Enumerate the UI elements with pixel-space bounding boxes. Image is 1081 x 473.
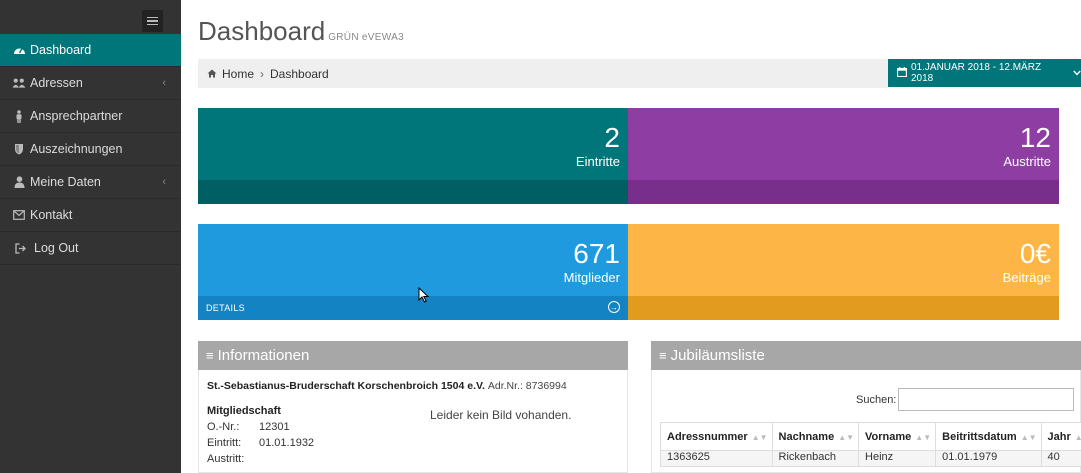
search-label: Suchen:	[856, 394, 897, 406]
sidebar-item-label: Meine Daten	[30, 175, 101, 189]
info-panel-title: Informationen	[217, 347, 310, 364]
org-name: St.-Sebastianus-Bruderschaft Korschenbro…	[207, 380, 567, 392]
sidebar-item-label: Ansprechpartner	[30, 109, 123, 123]
column-header-vorname[interactable]: Vorname ▲▼	[858, 422, 937, 451]
column-header-jahr[interactable]: Jahr▲▼	[1040, 422, 1081, 451]
sidebar-item-label: Kontakt	[30, 208, 73, 222]
stat-value: 0€	[1019, 238, 1051, 269]
info-panel-header: ≡ Informationen	[198, 341, 628, 370]
sidebar-item-label: Adressen	[30, 76, 83, 90]
membership-heading: Mitgliedschaft	[207, 405, 281, 417]
sidebar-item-auszeichnungen[interactable]: Auszeichnungen	[0, 133, 181, 166]
jubilee-panel-header: ≡ Jubiläumsliste	[651, 341, 1081, 370]
sidebar-item-dashboard[interactable]: Dashboard	[0, 34, 189, 67]
jubilee-panel-title: Jubiläumsliste	[670, 347, 765, 364]
dashboard-icon	[12, 43, 26, 57]
app-window: Dashboard Adressen ‹ Ansprechpartner Aus…	[0, 0, 1081, 473]
chevron-left-icon: ‹	[162, 77, 166, 89]
table-cell: 01.01.1979	[935, 450, 1042, 467]
bars-icon: ≡	[659, 348, 667, 363]
home-icon	[207, 67, 217, 81]
adr-nr: Adr.Nr.: 8736994	[487, 380, 567, 392]
stat-footer	[628, 296, 1059, 320]
stat-box-austritte: 12 Austritte	[628, 108, 1059, 204]
sidebar-item-label: Dashboard	[30, 43, 92, 57]
page-subtitle: GRÜN eVEWA3	[328, 32, 404, 43]
sort-icon: ▲▼	[751, 432, 768, 442]
stat-label: Beiträge	[1002, 270, 1051, 285]
table-cell: 1363625	[660, 450, 773, 467]
stat-value: 671	[573, 238, 620, 269]
stat-box-beitraege: 0€ Beiträge	[628, 224, 1059, 320]
mouse-cursor-icon	[418, 287, 429, 303]
envelope-icon	[12, 208, 26, 222]
info-row-onr: O.-Nr.: 12301	[207, 421, 290, 433]
users-icon	[12, 76, 26, 90]
breadcrumb-separator-icon: ›	[260, 66, 265, 81]
user-icon	[12, 175, 26, 189]
bars-icon: ≡	[206, 348, 214, 363]
sort-icon: ▲▼	[1074, 432, 1081, 442]
menu-toggle-icon[interactable]	[142, 10, 163, 32]
arrow-circle-right-icon: →	[608, 301, 620, 313]
stat-label: Austritte	[1003, 154, 1051, 169]
column-header-adressnummer[interactable]: Adressnummer ▲▼	[660, 422, 773, 451]
column-header-nachname[interactable]: Nachname ▲▼	[771, 422, 860, 451]
stat-label: Mitglieder	[563, 270, 620, 285]
chevron-left-icon: ‹	[162, 176, 166, 188]
sidebar-item-log-out[interactable]: Log Out	[0, 232, 181, 265]
jubilee-table: Adressnummer ▲▼ Nachname ▲▼ Vorname ▲▼ Beit…	[660, 422, 1081, 467]
stat-value: 2	[604, 122, 620, 153]
breadcrumb-home-link[interactable]: Home	[222, 67, 254, 81]
breadcrumb-current: Dashboard	[270, 66, 329, 81]
info-panel-body: St.-Sebastianus-Bruderschaft Korschenbro…	[198, 370, 628, 473]
sidebar-item-meine-daten[interactable]: Meine Daten ‹	[0, 166, 181, 199]
stat-footer	[198, 180, 628, 204]
sidebar-item-label: Log Out	[34, 241, 79, 255]
sidebar: Dashboard Adressen ‹ Ansprechpartner Aus…	[0, 0, 189, 473]
jubilee-panel-body: Suchen: Adressnummer ▲▼ Nachname ▲▼ Vornam…	[651, 370, 1081, 473]
table-row[interactable]: 1363625 Rickenbach Heinz 01.01.1979 40	[660, 450, 1081, 467]
table-header-row: Adressnummer ▲▼ Nachname ▲▼ Vorname ▲▼ Beit…	[660, 422, 1081, 451]
breadcrumb: Home › Dashboard	[198, 59, 888, 88]
sidebar-item-label: Auszeichnungen	[30, 142, 123, 156]
stat-box-eintritte: 2 Eintritte	[198, 108, 628, 204]
sidebar-item-adressen[interactable]: Adressen ‹	[0, 67, 181, 100]
shield-icon	[12, 142, 26, 156]
person-icon	[12, 109, 26, 123]
info-row-eintritt: Eintritt: 01.01.1932	[207, 437, 315, 449]
date-range-label: 01.JANUAR 2018 - 12.MÄRZ 2018	[911, 62, 1042, 84]
sign-out-icon	[14, 241, 28, 255]
search-input[interactable]	[898, 388, 1074, 411]
stat-box-mitglieder: 671 Mitglieder DETAILS →	[198, 224, 628, 320]
column-header-beitrittsdatum[interactable]: Beitrittsdatum ▲▼	[935, 422, 1042, 451]
chevron-down-icon	[1073, 68, 1081, 79]
calendar-icon	[897, 66, 907, 80]
details-link[interactable]: DETAILS →	[198, 296, 628, 320]
table-cell: Heinz	[858, 450, 937, 467]
sidebar-item-ansprechpartner[interactable]: Ansprechpartner	[0, 100, 181, 133]
sidebar-top	[0, 0, 181, 34]
table-cell: Rickenbach	[771, 450, 860, 467]
stat-label: Eintritte	[575, 154, 620, 169]
sidebar-item-kontakt[interactable]: Kontakt	[0, 199, 181, 232]
sort-icon: ▲▼	[1020, 432, 1037, 442]
details-label: DETAILS	[206, 303, 245, 313]
page-title: Dashboard GRÜN eVEWA3	[198, 16, 404, 46]
info-row-austritt: Austritt:	[207, 453, 245, 465]
stat-value: 12	[1019, 122, 1051, 153]
info-value: 12301	[259, 421, 290, 433]
main-content: Dashboard GRÜN eVEWA3 Home › Dashboard 01…	[181, 0, 1081, 473]
stat-footer	[628, 180, 1059, 204]
info-value: 01.01.1932	[259, 437, 315, 449]
date-range-button[interactable]: 01.JANUAR 2018 - 12.MÄRZ 2018	[888, 59, 1081, 87]
sort-icon: ▲▼	[915, 432, 932, 442]
sort-icon: ▲▼	[838, 432, 855, 442]
table-cell: 40	[1040, 450, 1081, 467]
no-image-text: Leider kein Bild vohanden.	[430, 408, 572, 422]
